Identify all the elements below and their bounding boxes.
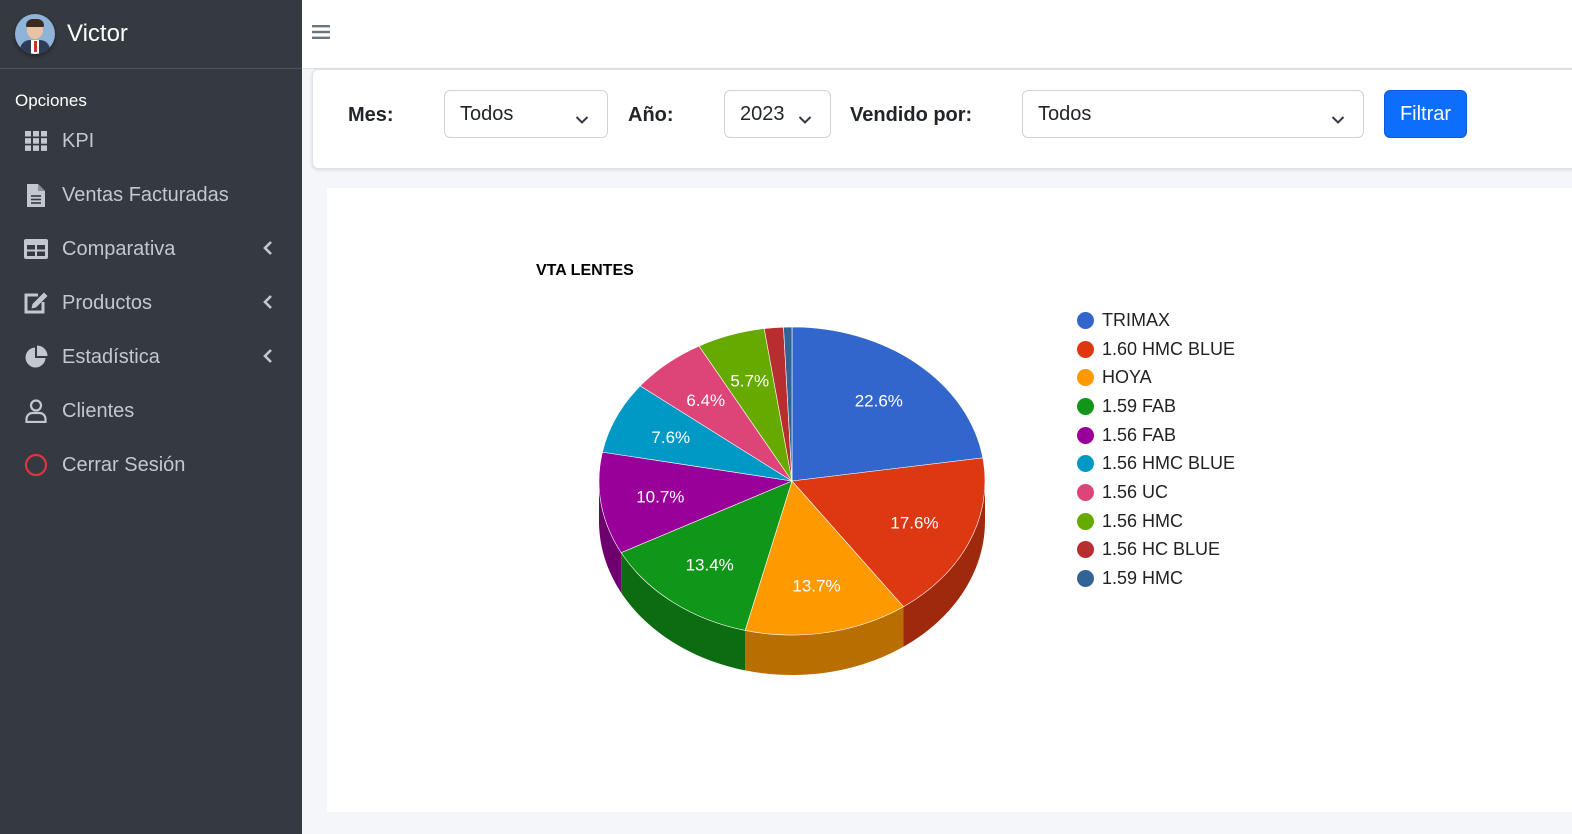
legend-item[interactable]: 1.56 HMC (1077, 507, 1235, 536)
month-label: Mes: (348, 104, 394, 126)
legend-color-dot (1077, 455, 1094, 473)
sidebar: Victor Opciones KPI Ventas Facturadas Co… (0, 0, 302, 834)
pie-chart-icon (24, 345, 48, 369)
pie-slice-label-1: 17.6% (890, 514, 938, 533)
legend-item[interactable]: HOYA (1077, 363, 1235, 392)
chevron-left-icon (262, 294, 274, 310)
pie-chart: 22.6% 17.6% 13.7% 13.4% 10.7% 7.6% 6.4% 5.7% (598, 326, 986, 675)
pie-slice-label-4: 10.7% (636, 488, 684, 507)
legend-color-dot (1077, 311, 1094, 329)
year-select[interactable]: 2023 (724, 90, 831, 138)
pie-slice-label-0: 22.6% (855, 391, 903, 410)
sidebar-item-label: Clientes (62, 399, 135, 422)
year-label: Año: (628, 104, 674, 126)
legend-label: 1.56 UC (1102, 481, 1169, 502)
legend-label: TRIMAX (1102, 309, 1171, 330)
legend-color-dot (1077, 570, 1094, 588)
sidebar-item-label: Ventas Facturadas (62, 183, 229, 206)
seller-select[interactable]: Todos (1022, 90, 1364, 138)
chart-legend: TRIMAX 1.60 HMC BLUE HOYA 1.59 FAB 1.56 FAB 1… (1077, 306, 1235, 593)
pie-slice-label-3: 13.4% (686, 556, 734, 575)
edit-icon (24, 291, 48, 315)
legend-label: 1.59 HMC (1102, 568, 1184, 589)
sidebar-item-label: KPI (62, 129, 95, 152)
sidebar-section-header: Opciones (15, 91, 87, 110)
legend-item[interactable]: 1.59 FAB (1077, 392, 1235, 421)
filter-panel: Mes: Todos Año: 2023 Vendido por: Todos … (312, 69, 1572, 169)
filter-button[interactable]: Filtrar (1384, 90, 1467, 138)
year-select-value: 2023 (740, 102, 785, 125)
legend-color-dot (1077, 541, 1094, 559)
top-navbar (302, 0, 1572, 69)
user-panel[interactable]: Victor (0, 0, 302, 69)
legend-item[interactable]: 1.56 HC BLUE (1077, 536, 1235, 565)
legend-label: 1.56 FAB (1102, 424, 1177, 445)
sidebar-item-label: Cerrar Sesión (62, 453, 186, 476)
legend-label: 1.56 HMC BLUE (1102, 453, 1236, 474)
document-icon (24, 183, 48, 207)
logout-circle-icon (24, 453, 48, 477)
sidebar-item-cerrar-sesion[interactable]: Cerrar Sesión (0, 438, 302, 492)
sidebar-item-productos[interactable]: Productos (0, 276, 302, 330)
legend-item[interactable]: 1.56 HMC BLUE (1077, 449, 1235, 478)
legend-label: HOYA (1102, 367, 1152, 388)
avatar (15, 14, 55, 54)
pie-slice-label-6: 6.4% (686, 391, 725, 410)
chevron-down-icon (1331, 108, 1345, 124)
chevron-down-icon (575, 108, 589, 124)
legend-item[interactable]: 1.56 UC (1077, 478, 1235, 507)
user-icon (24, 399, 48, 423)
legend-item[interactable]: TRIMAX (1077, 306, 1235, 335)
menu-toggle-icon[interactable] (312, 24, 330, 40)
grid-icon (24, 129, 48, 153)
legend-color-dot (1077, 512, 1094, 530)
sidebar-item-comparativa[interactable]: Comparativa (0, 222, 302, 276)
legend-item[interactable]: 1.60 HMC BLUE (1077, 335, 1235, 364)
sidebar-item-label: Productos (62, 291, 153, 314)
pie-slice-label-7: 5.7% (730, 371, 769, 390)
pie-slice-label-5: 7.6% (651, 428, 690, 447)
month-select-value: Todos (460, 102, 514, 125)
legend-color-dot (1077, 397, 1094, 415)
legend-item[interactable]: 1.59 HMC (1077, 564, 1235, 593)
seller-label: Vendido por: (850, 104, 973, 126)
user-name: Victor (67, 20, 128, 47)
sidebar-item-ventas-facturadas[interactable]: Ventas Facturadas (0, 168, 302, 222)
legend-item[interactable]: 1.56 FAB (1077, 421, 1235, 450)
legend-color-dot (1077, 340, 1094, 358)
sidebar-item-clientes[interactable]: Clientes (0, 384, 302, 438)
chevron-left-icon (262, 348, 274, 364)
chart-card: VTA LENTES 22.6% 17.6% 13.7% 13.4% 10.7% 7.6%… (327, 188, 1572, 812)
table-icon (24, 237, 48, 261)
sidebar-item-label: Comparativa (62, 237, 176, 260)
sidebar-item-kpi[interactable]: KPI (0, 114, 302, 168)
legend-label: 1.60 HMC BLUE (1102, 338, 1236, 359)
chevron-down-icon (798, 108, 812, 124)
chevron-left-icon (262, 240, 274, 256)
sidebar-item-label: Estadística (62, 345, 160, 368)
legend-color-dot (1077, 483, 1094, 501)
pie-slice-label-2: 13.7% (792, 576, 840, 595)
legend-color-dot (1077, 426, 1094, 444)
seller-select-value: Todos (1038, 102, 1092, 125)
sidebar-item-estadistica[interactable]: Estadística (0, 330, 302, 384)
month-select[interactable]: Todos (444, 90, 608, 138)
legend-label: 1.56 HMC (1102, 510, 1184, 531)
legend-label: 1.56 HC BLUE (1102, 539, 1221, 560)
legend-color-dot (1077, 369, 1094, 387)
legend-label: 1.59 FAB (1102, 395, 1177, 416)
